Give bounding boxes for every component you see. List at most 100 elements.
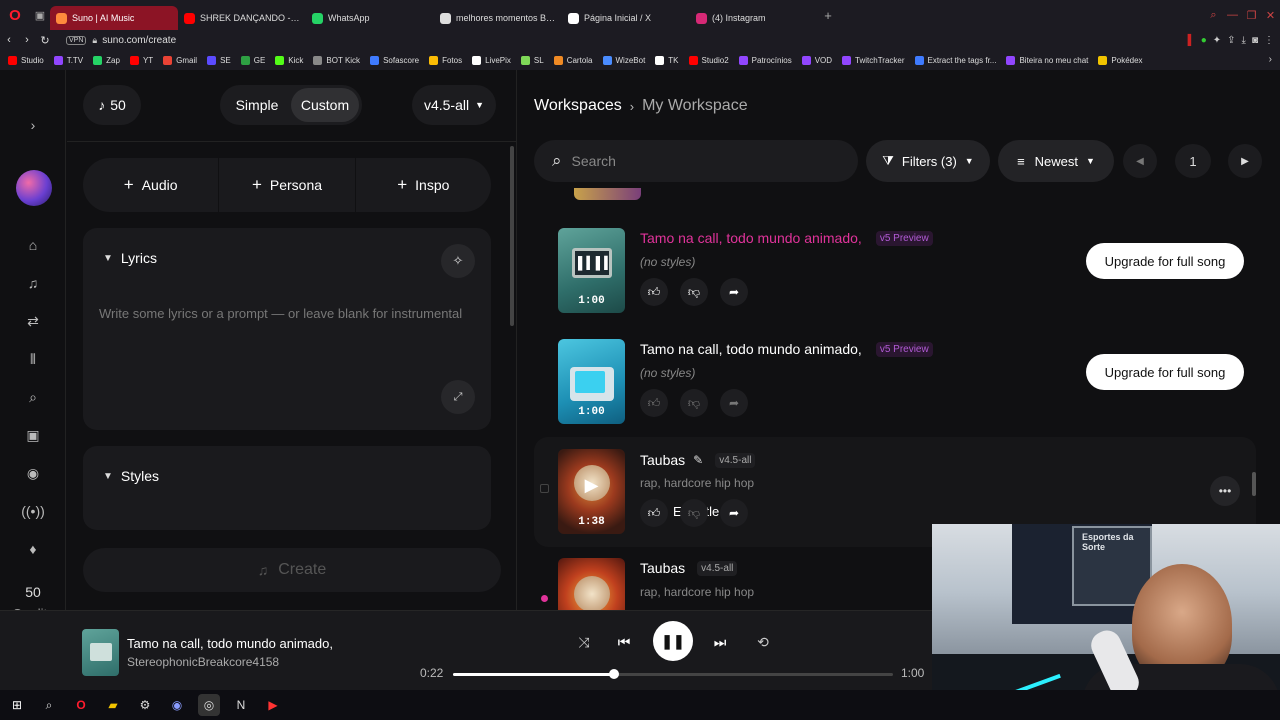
next-icon[interactable]: ⏭︎: [711, 633, 729, 651]
share-icon[interactable]: ➦: [720, 278, 748, 306]
bookmarks-overflow-icon[interactable]: ›: [1269, 54, 1272, 65]
mode-custom-button[interactable]: Custom: [291, 88, 359, 122]
add-inspo-button[interactable]: + Inspo: [356, 158, 491, 212]
url-field[interactable]: suno.com/create: [102, 35, 176, 46]
song-thumbnail[interactable]: [558, 558, 625, 610]
share-icon[interactable]: ⇪: [1227, 35, 1235, 46]
progress-knob[interactable]: [609, 669, 620, 679]
bookmark-item[interactable]: T.TV: [53, 55, 83, 65]
bookmark-item[interactable]: Extract the tags fr...: [914, 55, 996, 65]
file-explorer-icon[interactable]: ▰: [102, 694, 124, 716]
page-number[interactable]: 1: [1175, 144, 1211, 178]
song-thumbnail[interactable]: ▶ 1:38: [558, 449, 625, 534]
ext-green-icon[interactable]: ●: [1201, 35, 1207, 46]
song-row[interactable]: ▌▍▌▍ 1:00 Tamo na call, todo mundo anima…: [534, 218, 1256, 318]
progress-bar[interactable]: [453, 669, 893, 679]
expand-rail-icon[interactable]: ›: [22, 114, 44, 136]
list-scrollbar[interactable]: [1252, 472, 1256, 496]
repeat-icon[interactable]: ⟲: [754, 633, 772, 651]
model-select[interactable]: v4.5-all ▼: [412, 85, 496, 125]
bookmark-item[interactable]: GE: [240, 55, 265, 65]
bookmark-item[interactable]: TK: [655, 55, 679, 65]
song-title[interactable]: Tamo na call, todo mundo animado,: [640, 341, 862, 357]
camera-icon[interactable]: ◙: [1252, 35, 1258, 46]
create-music-icon[interactable]: ♫: [22, 272, 44, 294]
search-tabs-icon[interactable]: ⌕: [1204, 9, 1223, 22]
bookmark-item[interactable]: Sofascore: [370, 55, 419, 65]
studio-icon[interactable]: ⇄: [22, 310, 44, 332]
like-icon[interactable]: 👍︎: [640, 278, 668, 306]
player-title[interactable]: Tamo na call, todo mundo animado,: [127, 636, 333, 651]
browser-tab[interactable]: melhores momentos BOL: [434, 6, 562, 30]
share-icon[interactable]: ➦: [720, 389, 748, 417]
player-thumbnail[interactable]: [82, 629, 119, 676]
pause-button[interactable]: ❚❚: [653, 621, 693, 661]
more-options-icon[interactable]: •••: [1210, 476, 1240, 506]
credits-chip[interactable]: ♪ 50: [83, 85, 141, 125]
taskbar-search-icon[interactable]: ⌕: [38, 694, 60, 716]
back-icon[interactable]: ‹: [0, 34, 18, 46]
crumb-my-workspace[interactable]: My Workspace: [642, 97, 748, 115]
ext-bar-icon[interactable]: ▌: [1188, 35, 1195, 46]
bookmark-item[interactable]: YT: [129, 55, 153, 65]
lyrics-input[interactable]: Write some lyrics or a prompt — or leave…: [99, 306, 462, 321]
youtube-app-icon[interactable]: ▶: [262, 694, 284, 716]
filters-button[interactable]: ⧩ Filters (3) ▼: [866, 140, 990, 182]
song-thumbnail[interactable]: 1:00: [558, 339, 625, 424]
obs-icon[interactable]: ◎: [198, 694, 220, 716]
search-input[interactable]: [571, 153, 812, 169]
opera-logo-icon[interactable]: O: [0, 0, 30, 30]
download-icon[interactable]: ⤓: [1242, 35, 1246, 46]
like-icon[interactable]: 👍︎: [640, 389, 668, 417]
player-artist[interactable]: StereophonicBreakcore4158: [127, 655, 279, 669]
bookmark-item[interactable]: SL: [520, 55, 544, 65]
play-icon[interactable]: ▶: [558, 475, 625, 496]
partial-song-thumb[interactable]: [574, 188, 641, 200]
bookmark-item[interactable]: Biteira no meu chat: [1006, 55, 1088, 65]
bookmark-item[interactable]: TwitchTracker: [842, 55, 905, 65]
edit-pencil-icon[interactable]: ✎: [693, 453, 703, 467]
crumb-workspaces[interactable]: Workspaces: [534, 97, 622, 115]
discord-icon[interactable]: ◉: [166, 694, 188, 716]
lyrics-toggle[interactable]: ▼ Lyrics: [103, 250, 157, 266]
close-window-icon[interactable]: ✕: [1261, 9, 1280, 22]
dislike-icon[interactable]: 👎︎: [680, 278, 708, 306]
search-nav-icon[interactable]: ⌕: [22, 386, 44, 408]
bookmark-item[interactable]: BOT Kick: [313, 55, 360, 65]
tab-menu-icon[interactable]: ▣: [30, 0, 50, 30]
bookmark-item[interactable]: Studio: [8, 55, 44, 65]
styles-toggle[interactable]: ▼ Styles: [103, 468, 159, 484]
panel-scrollbar[interactable]: [510, 146, 514, 326]
bookmark-item[interactable]: Zap: [93, 55, 120, 65]
hooks-icon[interactable]: ▣: [22, 424, 44, 446]
windows-start-icon[interactable]: ⊞: [6, 694, 28, 716]
avatar[interactable]: [16, 170, 52, 206]
extensions-icon[interactable]: ✦: [1213, 35, 1221, 46]
song-title[interactable]: Tamo na call, todo mundo animado,: [640, 230, 862, 246]
minimize-icon[interactable]: —: [1223, 9, 1242, 21]
home-icon[interactable]: ⌂: [22, 234, 44, 256]
bookmark-item[interactable]: VOD: [801, 55, 832, 65]
bookmark-item[interactable]: Gmail: [163, 55, 197, 65]
bookmark-item[interactable]: SE: [207, 55, 231, 65]
browser-tab[interactable]: Suno | AI Music: [50, 6, 178, 30]
dislike-icon[interactable]: 👎︎: [680, 389, 708, 417]
radio-icon[interactable]: ((•)): [21, 500, 45, 522]
browser-tab[interactable]: (4) Instagram: [690, 6, 818, 30]
explore-icon[interactable]: ◉: [22, 462, 44, 484]
browser-menu-icon[interactable]: ⋮: [1264, 35, 1274, 46]
vpn-badge[interactable]: VPN: [66, 35, 87, 45]
notion-icon[interactable]: N: [230, 694, 252, 716]
bookmark-item[interactable]: WizeBot: [602, 55, 645, 65]
bookmark-item[interactable]: Patrocínios: [738, 55, 792, 65]
browser-tab[interactable]: SHREK DANÇANDO - You: [178, 6, 306, 30]
new-tab-button[interactable]: +: [818, 8, 838, 23]
browser-tab[interactable]: Página Inicial / X: [562, 6, 690, 30]
shuffle-icon[interactable]: ⤨: [575, 633, 593, 651]
song-title[interactable]: Taubas: [640, 452, 685, 468]
settings-gear-icon[interactable]: ⚙: [134, 694, 156, 716]
sort-button[interactable]: ≡ Newest ▼: [998, 140, 1114, 182]
forward-icon[interactable]: ›: [18, 34, 36, 46]
share-icon[interactable]: ➦: [720, 499, 748, 527]
bookmark-item[interactable]: Pokédex: [1098, 55, 1143, 65]
